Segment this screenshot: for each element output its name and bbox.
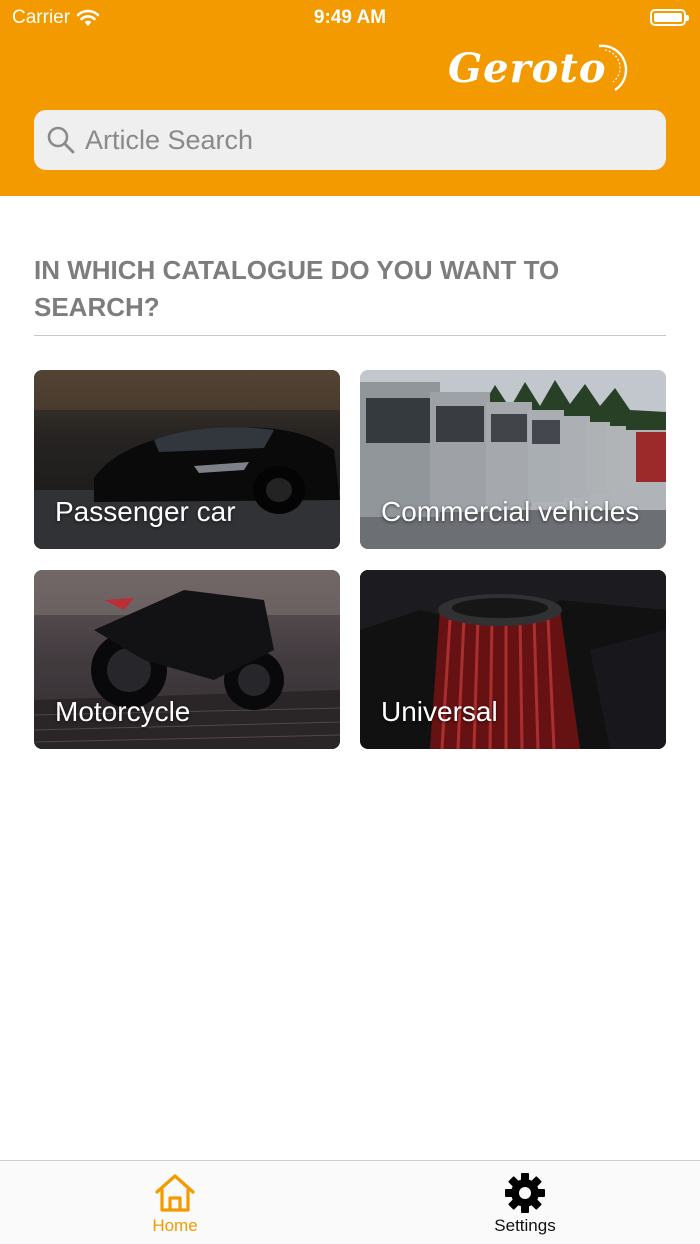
section-title: IN WHICH CATALOGUE DO YOU WANT TO SEARCH…	[34, 255, 560, 322]
catalogue-label: Motorcycle	[55, 696, 191, 727]
catalogue-label: Commercial vehicles	[381, 496, 640, 527]
catalogue-tile-passenger-car[interactable]: Passenger car	[34, 370, 340, 549]
status-bar: Carrier 9:49 AM	[0, 0, 700, 36]
catalogue-label: Passenger car	[55, 496, 236, 527]
battery-icon	[650, 9, 689, 26]
logo-swoosh-icon	[598, 44, 628, 92]
search-bar[interactable]	[34, 110, 666, 170]
geroto-logo: Geroto	[448, 38, 633, 98]
tab-bar: Home Settings	[0, 1160, 700, 1244]
tab-home-label: Home	[152, 1216, 198, 1235]
search-icon	[47, 126, 75, 154]
catalogue-tile-motorcycle[interactable]: Motorcycle	[34, 570, 340, 749]
home-icon	[155, 1174, 195, 1212]
catalogue-tile-commercial-vehicles[interactable]: Commercial vehicles	[360, 370, 666, 549]
tab-home[interactable]: Home	[0, 1161, 350, 1244]
section-divider	[34, 335, 666, 336]
app-header: Carrier 9:49 AM Geroto	[0, 0, 700, 196]
catalogue-label: Universal	[381, 696, 498, 727]
status-time: 9:49 AM	[313, 7, 387, 28]
tab-settings-label: Settings	[494, 1216, 556, 1235]
gear-icon	[505, 1173, 545, 1213]
logo-text: Geroto	[448, 44, 607, 92]
search-input[interactable]	[85, 124, 645, 156]
tab-settings[interactable]: Settings	[350, 1161, 700, 1244]
catalogue-tile-universal[interactable]: Universal	[360, 570, 666, 749]
